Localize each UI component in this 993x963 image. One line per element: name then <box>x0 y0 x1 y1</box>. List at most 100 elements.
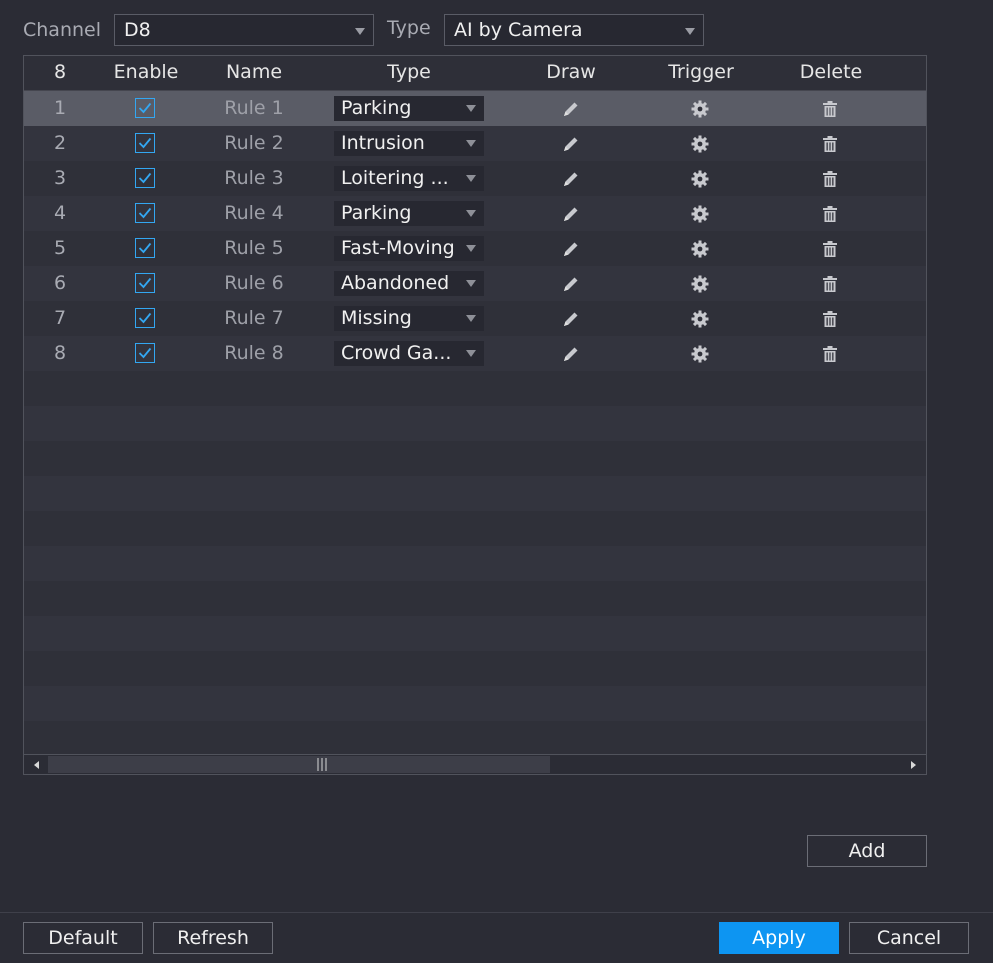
row-number: 6 <box>53 272 67 294</box>
gear-icon[interactable] <box>690 239 710 259</box>
gear-icon[interactable] <box>690 344 710 364</box>
enable-checkbox[interactable] <box>135 343 155 363</box>
pencil-icon[interactable] <box>561 99 581 119</box>
enable-checkbox[interactable] <box>135 238 155 258</box>
rule-type-select[interactable]: Abandoned <box>334 271 484 296</box>
scroll-left-icon[interactable] <box>28 759 46 771</box>
rule-name: Rule 4 <box>224 202 284 224</box>
table-row[interactable]: 1 Rule 1 Parking <box>24 91 926 126</box>
empty-row <box>24 546 926 581</box>
rule-name: Rule 5 <box>224 237 284 259</box>
rule-type-value: Fast-Moving <box>341 237 455 259</box>
add-button[interactable]: Add <box>807 835 927 867</box>
row-number: 5 <box>53 237 67 259</box>
rule-type-select[interactable]: Parking <box>334 201 484 226</box>
trash-icon[interactable] <box>820 204 840 224</box>
pencil-icon[interactable] <box>561 309 581 329</box>
type-value: AI by Camera <box>454 19 583 41</box>
trash-icon[interactable] <box>820 239 840 259</box>
header-count: 8 <box>53 61 67 83</box>
header-type: Type <box>387 61 431 83</box>
pencil-icon[interactable] <box>561 169 581 189</box>
pencil-icon[interactable] <box>561 204 581 224</box>
chevron-down-icon <box>355 28 365 35</box>
rule-type-select[interactable]: Crowd Ga... <box>334 341 484 366</box>
table-body: 1 Rule 1 Parking 2 Rule 2 Intrusion 3 Rule 3 Loi… <box>24 91 926 756</box>
chevron-down-icon <box>466 175 476 182</box>
trash-icon[interactable] <box>820 274 840 294</box>
rules-table: 8 Enable Name Type Draw Trigger Delete 1… <box>23 55 927 775</box>
rule-type-select[interactable]: Loitering ... <box>334 166 484 191</box>
rule-type-select[interactable]: Fast-Moving <box>334 236 484 261</box>
enable-checkbox[interactable] <box>135 98 155 118</box>
rule-type-select[interactable]: Missing <box>334 306 484 331</box>
enable-checkbox[interactable] <box>135 133 155 153</box>
scroll-right-icon[interactable] <box>904 759 922 771</box>
enable-checkbox[interactable] <box>135 203 155 223</box>
table-row[interactable]: 5 Rule 5 Fast-Moving <box>24 231 926 266</box>
rule-name: Rule 6 <box>224 272 284 294</box>
rule-type-value: Abandoned <box>341 272 450 294</box>
chevron-down-icon <box>466 350 476 357</box>
pencil-icon[interactable] <box>561 239 581 259</box>
rule-name: Rule 1 <box>224 97 284 119</box>
table-row[interactable]: 7 Rule 7 Missing <box>24 301 926 336</box>
refresh-button[interactable]: Refresh <box>153 922 273 954</box>
row-number: 4 <box>53 202 67 224</box>
table-header: 8 Enable Name Type Draw Trigger Delete <box>24 56 926 91</box>
channel-value: D8 <box>124 19 151 41</box>
header-delete: Delete <box>799 61 863 83</box>
empty-row <box>24 441 926 476</box>
apply-button[interactable]: Apply <box>719 922 839 954</box>
enable-checkbox[interactable] <box>135 168 155 188</box>
row-number: 7 <box>53 307 67 329</box>
pencil-icon[interactable] <box>561 344 581 364</box>
gear-icon[interactable] <box>690 309 710 329</box>
rule-type-select[interactable]: Intrusion <box>334 131 484 156</box>
gear-icon[interactable] <box>690 169 710 189</box>
scrollbar-thumb[interactable] <box>48 756 550 773</box>
channel-select[interactable]: D8 <box>114 14 374 46</box>
empty-row <box>24 616 926 651</box>
default-button[interactable]: Default <box>23 922 143 954</box>
table-row[interactable]: 2 Rule 2 Intrusion <box>24 126 926 161</box>
chevron-down-icon <box>466 245 476 252</box>
gear-icon[interactable] <box>690 134 710 154</box>
pencil-icon[interactable] <box>561 134 581 154</box>
chevron-down-icon <box>466 280 476 287</box>
table-row[interactable]: 8 Rule 8 Crowd Ga... <box>24 336 926 371</box>
rule-type-select[interactable]: Parking <box>334 96 484 121</box>
enable-checkbox[interactable] <box>135 273 155 293</box>
rule-type-value: Parking <box>341 202 412 224</box>
table-row[interactable]: 6 Rule 6 Abandoned <box>24 266 926 301</box>
type-select[interactable]: AI by Camera <box>444 14 704 46</box>
table-row[interactable]: 3 Rule 3 Loitering ... <box>24 161 926 196</box>
trash-icon[interactable] <box>820 309 840 329</box>
pencil-icon[interactable] <box>561 274 581 294</box>
gear-icon[interactable] <box>690 99 710 119</box>
chevron-down-icon <box>685 28 695 35</box>
enable-checkbox[interactable] <box>135 308 155 328</box>
chevron-down-icon <box>466 140 476 147</box>
channel-filter: Channel <box>23 14 101 46</box>
gear-icon[interactable] <box>690 274 710 294</box>
header-name: Name <box>225 61 283 83</box>
rule-type-value: Intrusion <box>341 132 425 154</box>
header-trigger: Trigger <box>668 61 734 83</box>
channel-label: Channel <box>23 19 102 41</box>
type-label: Type <box>387 17 431 39</box>
table-row[interactable]: 4 Rule 4 Parking <box>24 196 926 231</box>
cancel-button[interactable]: Cancel <box>849 922 969 954</box>
trash-icon[interactable] <box>820 344 840 364</box>
trash-icon[interactable] <box>820 134 840 154</box>
empty-row <box>24 581 926 616</box>
chevron-down-icon <box>466 105 476 112</box>
rule-type-value: Loitering ... <box>341 167 449 189</box>
gear-icon[interactable] <box>690 204 710 224</box>
trash-icon[interactable] <box>820 99 840 119</box>
empty-row <box>24 476 926 511</box>
rule-type-value: Missing <box>341 307 412 329</box>
empty-row <box>24 651 926 686</box>
trash-icon[interactable] <box>820 169 840 189</box>
horizontal-scrollbar[interactable] <box>24 754 926 774</box>
